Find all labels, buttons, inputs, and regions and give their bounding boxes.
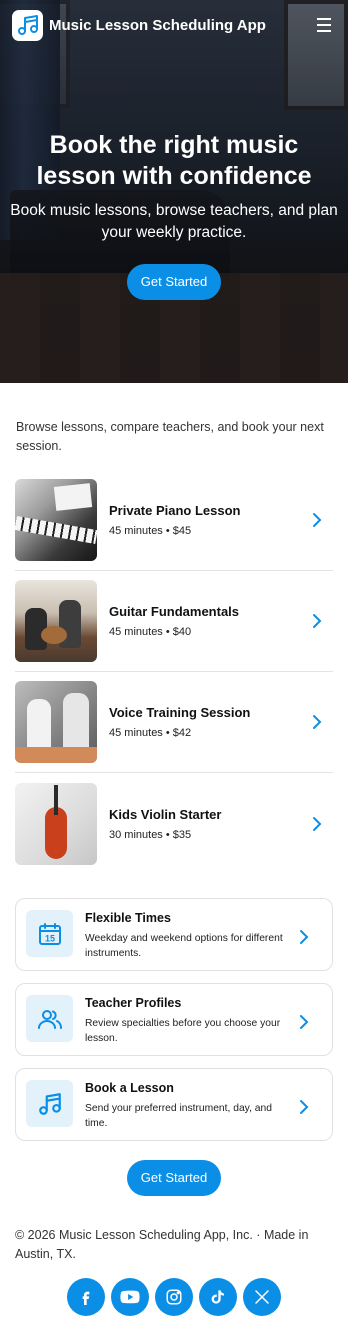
main-content: Browse lessons, compare teachers, and bo… — [0, 383, 348, 1196]
feature-desc: Weekday and weekend options for differen… — [85, 933, 283, 959]
feature-title: Teacher Profiles — [85, 996, 182, 1010]
lesson-thumbnail — [15, 782, 97, 865]
calendar-icon: 15 — [26, 910, 73, 957]
lesson-item-guitar[interactable]: Guitar Fundamentals 45 minutes • $40 — [15, 571, 333, 672]
intro-text: Browse lessons, compare teachers, and bo… — [16, 420, 324, 453]
social-links — [0, 1278, 348, 1316]
lesson-thumbnail — [15, 681, 97, 763]
get-started-button[interactable]: Get Started — [127, 1160, 221, 1196]
hero-subtitle: Book music lessons, browse teachers, and… — [10, 202, 338, 241]
tiktok-icon[interactable] — [199, 1278, 237, 1316]
feature-title: Book a Lesson — [85, 1081, 174, 1095]
facebook-icon[interactable] — [67, 1278, 105, 1316]
chevron-right-icon — [300, 930, 309, 944]
music-note-icon — [17, 15, 38, 35]
hero-get-started-button[interactable]: Get Started — [127, 264, 221, 300]
lesson-title: Private Piano Lesson — [109, 503, 241, 518]
hero-content: Book the right music lesson with confide… — [0, 130, 348, 300]
users-icon — [26, 995, 73, 1042]
feature-card-flexible-times[interactable]: 15 Flexible Times Weekday and weekend op… — [15, 898, 333, 971]
top-bar: Music Lesson Scheduling App — [0, 0, 348, 50]
chevron-right-icon — [313, 715, 322, 729]
lesson-meta: 45 minutes • $40 — [109, 626, 192, 638]
cta-section: Get Started — [0, 1160, 348, 1196]
app-logo[interactable] — [12, 9, 43, 41]
lesson-item-voice[interactable]: Voice Training Session 45 minutes • $42 — [15, 672, 333, 773]
chevron-right-icon — [300, 1015, 309, 1029]
youtube-icon[interactable] — [111, 1278, 149, 1316]
x-icon[interactable] — [243, 1278, 281, 1316]
hero-title: Book the right music lesson with confide… — [36, 131, 312, 190]
lesson-title: Kids Violin Starter — [109, 806, 222, 822]
lesson-item-violin[interactable]: Kids Violin Starter 30 minutes • $35 — [15, 773, 333, 874]
lesson-title: Voice Training Session — [109, 705, 251, 720]
chevron-right-icon — [313, 614, 322, 628]
feature-card-teacher-profiles[interactable]: Teacher Profiles Review specialties befo… — [15, 983, 333, 1056]
menu-icon[interactable] — [312, 13, 336, 37]
lesson-title: Guitar Fundamentals — [109, 604, 240, 619]
lesson-list: Private Piano Lesson 45 minutes • $45 Gu… — [15, 470, 333, 874]
app-name: Music Lesson Scheduling App — [49, 16, 266, 34]
instagram-icon[interactable] — [155, 1278, 193, 1316]
hero-section: Music Lesson Scheduling App Book the rig… — [0, 0, 348, 383]
footer: © 2026 Music Lesson Scheduling App, Inc.… — [0, 1196, 348, 1316]
calendar-day-text: 15 — [44, 933, 54, 943]
lesson-meta: 30 minutes • $35 — [109, 828, 192, 841]
lesson-thumbnail — [15, 580, 97, 662]
feature-cards: 15 Flexible Times Weekday and weekend op… — [15, 898, 333, 1141]
footer-copyright: © 2026 Music Lesson Scheduling App, Inc.… — [15, 1228, 309, 1261]
lesson-item-piano[interactable]: Private Piano Lesson 45 minutes • $45 — [15, 470, 333, 571]
chevron-right-icon — [300, 1100, 309, 1114]
lesson-meta: 45 minutes • $42 — [109, 727, 192, 739]
feature-desc: Send your preferred instrument, day, and… — [85, 1103, 272, 1129]
lesson-meta: 45 minutes • $45 — [109, 525, 192, 537]
chevron-right-icon — [313, 816, 322, 831]
chevron-right-icon — [313, 513, 322, 527]
feature-desc: Review specialties before you choose you… — [85, 1018, 281, 1044]
feature-title: Flexible Times — [85, 911, 171, 925]
music-note-icon — [26, 1080, 73, 1127]
feature-card-book-lesson[interactable]: Book a Lesson Send your preferred instru… — [15, 1068, 333, 1141]
lesson-thumbnail — [15, 479, 97, 561]
